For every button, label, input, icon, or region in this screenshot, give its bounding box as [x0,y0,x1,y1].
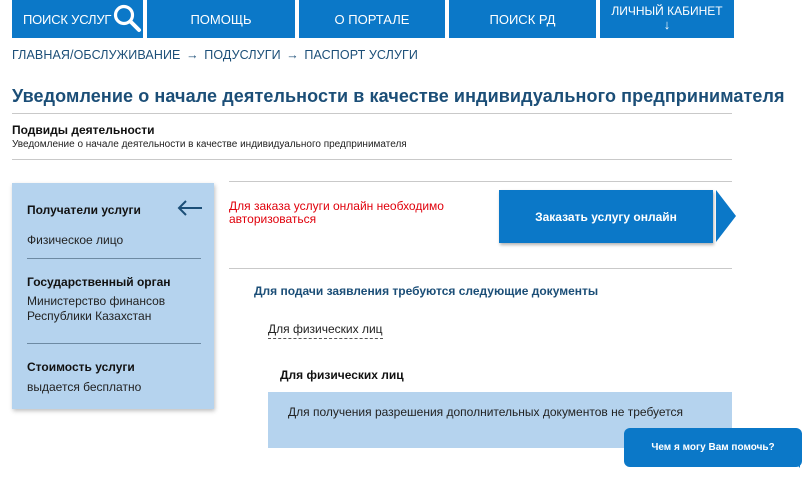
nav-about-label: О портале [334,11,410,27]
cost-value: выдается бесплатно [27,380,142,394]
subtypes-text: Уведомление о начале деятельности в каче… [12,139,407,150]
nav-search-rd[interactable]: Поиск РД [449,0,596,38]
breadcrumb-separator: → [186,48,199,62]
order-online-button[interactable]: Заказать услугу онлайн [499,190,713,243]
breadcrumb-separator: → [286,48,299,62]
arrow-left-icon[interactable] [176,198,204,218]
order-button-arrow [716,190,736,242]
nav-help-label: Помощь [190,11,252,27]
breadcrumb-subservices[interactable]: Подуслуги [204,48,280,62]
nav-personal-cabinet[interactable]: Личный кабинет ↓ [600,0,734,38]
nav-search-label: Поиск услуг [23,11,112,27]
tab-individuals[interactable]: Для физических лиц [268,322,383,339]
search-icon [113,4,141,32]
arrow-down-icon: ↓ [663,17,671,32]
nav-rd-label: Поиск РД [489,11,556,27]
individuals-heading: Для физических лиц [280,368,404,382]
chat-help-button[interactable]: Чем я могу Вам помочь? [624,428,802,467]
panel-divider [27,343,201,344]
recipients-value: Физическое лицо [27,233,124,247]
chat-bubble-tail [790,456,800,468]
breadcrumb-home[interactable]: Главная/Обслуживание [12,48,181,62]
breadcrumb-passport: Паспорт услуги [304,48,418,62]
cost-title: Стоимость услуги [27,360,135,374]
breadcrumb: Главная/Обслуживание → Подуслуги → Паспо… [12,48,418,62]
page-title: Уведомление о начале деятельности в каче… [12,86,785,106]
chat-help-label: Чем я могу Вам помочь? [651,442,775,453]
title-divider [12,113,732,114]
subtypes-heading: Подвиды деятельности [12,123,155,137]
agency-title: Государственный орган [27,275,171,289]
top-navigation: Поиск услуг Помощь О портале Поиск РД Ли… [0,0,811,40]
agency-line-2: Республики Казахстан [27,309,152,323]
order-bottom-divider [229,268,732,269]
documents-info-text: Для получения разрешения дополнительных … [288,405,684,419]
recipients-title: Получатели услуги [27,203,141,217]
nav-cabinet-label: Личный кабинет [611,4,723,18]
subtypes-divider [12,159,732,160]
nav-help[interactable]: Помощь [147,0,295,38]
panel-divider [27,258,201,259]
nav-about-portal[interactable]: О портале [299,0,445,38]
agency-line-1: Министерство финансов [27,294,166,308]
nav-search-services[interactable]: Поиск услуг [12,0,143,38]
documents-heading: Для подачи заявления требуются следующие… [254,284,599,298]
login-warning: Для заказа услуги онлайн необходимо авто… [229,199,444,226]
order-online-label: Заказать услугу онлайн [535,209,677,224]
order-top-divider [229,181,732,182]
